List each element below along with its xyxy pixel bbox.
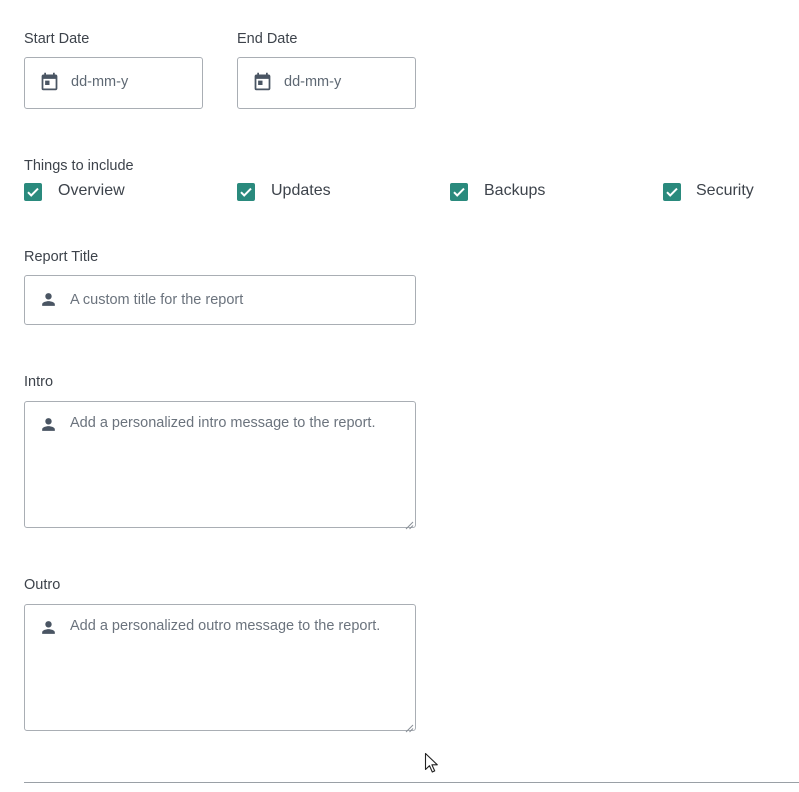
start-date-input[interactable]: dd-mm-y — [24, 57, 203, 109]
check-icon — [240, 187, 252, 197]
security-checkbox-label[interactable]: Security — [696, 183, 754, 199]
calendar-icon[interactable] — [39, 71, 60, 92]
intro-label: Intro — [24, 374, 54, 390]
check-icon — [453, 187, 465, 197]
resize-handle-icon[interactable] — [405, 517, 414, 530]
check-icon — [666, 187, 678, 197]
security-checkbox[interactable] — [663, 183, 681, 201]
mouse-cursor-icon — [424, 752, 440, 774]
outro-textarea[interactable]: Add a personalized outro message to the … — [24, 604, 416, 733]
end-date-placeholder: dd-mm-y — [284, 74, 342, 90]
updates-checkbox[interactable] — [237, 183, 255, 201]
end-date-input[interactable]: dd-mm-y — [237, 57, 416, 109]
updates-checkbox-label[interactable]: Updates — [271, 183, 331, 199]
overview-checkbox-label[interactable]: Overview — [58, 183, 125, 199]
bottom-divider — [24, 782, 799, 783]
calendar-icon[interactable] — [252, 71, 273, 92]
person-icon — [39, 618, 58, 637]
person-icon — [39, 290, 58, 309]
outro-label: Outro — [24, 577, 61, 593]
include-section-label: Things to include — [24, 158, 134, 174]
backups-checkbox-label[interactable]: Backups — [484, 183, 545, 199]
backups-checkbox[interactable] — [450, 183, 468, 201]
resize-handle-icon[interactable] — [405, 720, 414, 733]
person-icon — [39, 415, 58, 434]
intro-placeholder: Add a personalized intro message to the … — [70, 415, 376, 431]
start-date-placeholder: dd-mm-y — [71, 74, 129, 90]
report-title-label: Report Title — [24, 249, 99, 265]
outro-placeholder: Add a personalized outro message to the … — [70, 618, 381, 634]
end-date-label: End Date — [237, 31, 298, 47]
start-date-label: Start Date — [24, 31, 90, 47]
intro-textarea[interactable]: Add a personalized intro message to the … — [24, 401, 416, 530]
report-title-placeholder: A custom title for the report — [70, 292, 244, 308]
overview-checkbox[interactable] — [24, 183, 42, 201]
check-icon — [27, 187, 39, 197]
report-title-input[interactable]: A custom title for the report — [24, 275, 416, 325]
